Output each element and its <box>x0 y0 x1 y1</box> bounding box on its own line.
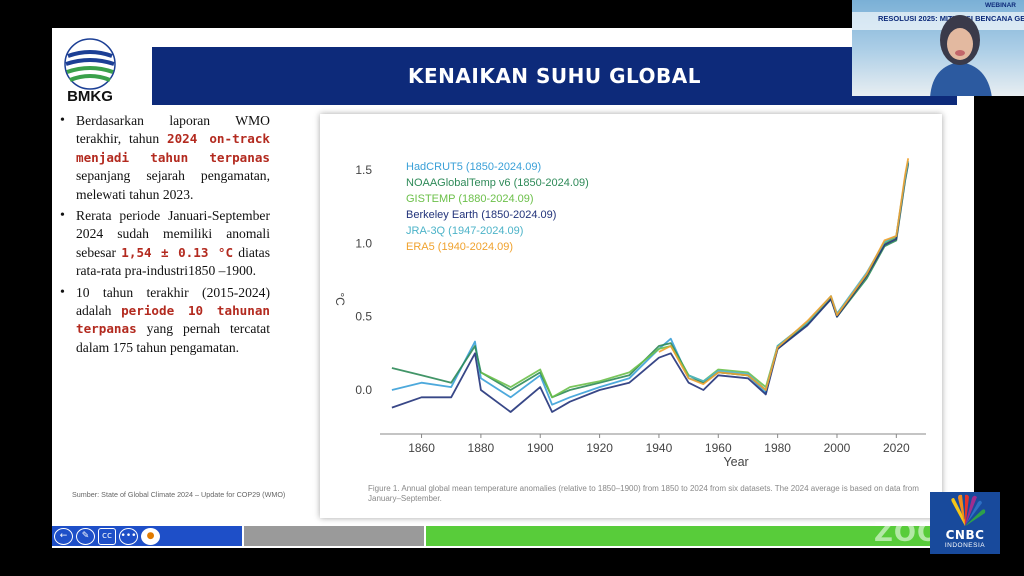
bullet-text: sepanjang sejarah pengamatan, melewati t… <box>76 168 270 202</box>
x-tick-label: 1980 <box>764 441 791 455</box>
series-line-2 <box>480 162 910 399</box>
x-tick-label: 1900 <box>527 441 554 455</box>
source-note: Sumber: State of Global Climate 2024 – U… <box>72 490 286 499</box>
stop-share-icon[interactable]: ● <box>141 527 160 545</box>
zoom-bar-segment <box>244 526 424 546</box>
chart-panel: 1860 1880 1900 1920 1940 1960 1980 2000 2020 0.0 0… <box>320 114 942 518</box>
presentation-slide: BMKG KENAIKAN SUHU GLOBAL Berdasarkan la… <box>52 28 974 548</box>
back-arrow-icon[interactable]: ← <box>54 527 73 545</box>
legend-entry: JRA-3Q (1947-2024.09) <box>406 225 523 237</box>
y-axis-label: °C <box>333 292 347 306</box>
cnbc-logo: CNBC INDONESIA <box>930 492 1000 554</box>
presenter-silhouette <box>930 15 992 96</box>
x-tick-label: 1860 <box>408 441 435 455</box>
y-tick-label: 1.0 <box>355 236 372 250</box>
x-axis-label: Year <box>723 455 748 469</box>
y-tick-label: 0.5 <box>355 310 372 324</box>
bullet-item: Berdasarkan laporan WMO terakhir, tahun … <box>52 112 270 204</box>
peacock-icon <box>951 494 986 526</box>
cnbc-wordmark: CNBC <box>945 528 985 542</box>
bmkg-logo-text: BMKG <box>67 88 113 105</box>
x-tick-label: 1940 <box>646 441 673 455</box>
legend-entry: Berkeley Earth (1850-2024.09) <box>406 209 556 221</box>
closed-caption-icon[interactable]: cc <box>98 527 116 545</box>
y-tick-label: 1.5 <box>355 163 372 177</box>
presenter-webcam[interactable]: WEBINAR RESOLUSI 2025: MITIGASI BENCANA … <box>852 0 1024 96</box>
legend-entry: GISTEMP (1880-2024.09) <box>406 193 534 205</box>
bullet-list: Berdasarkan laporan WMO terakhir, tahun … <box>52 112 270 360</box>
pen-icon[interactable]: ✎ <box>76 527 95 545</box>
legend-entry: ERA5 (1940-2024.09) <box>406 241 513 253</box>
x-tick-label: 1960 <box>705 441 732 455</box>
series-line-4 <box>688 161 910 391</box>
x-tick-label: 1880 <box>468 441 495 455</box>
slide-title: KENAIKAN SUHU GLOBAL <box>152 47 957 105</box>
temperature-chart: 1860 1880 1900 1920 1940 1960 1980 2000 2020 0.0 0… <box>333 158 926 469</box>
bullet-item: Rerata periode Januari-September 2024 su… <box>52 207 270 281</box>
legend-entry: HadCRUT5 (1850-2024.09) <box>406 161 541 173</box>
more-icon[interactable]: ••• <box>119 527 138 545</box>
x-tick-label: 2000 <box>824 441 851 455</box>
highlight-text: 1,54 ± 0.13 °C <box>121 244 234 260</box>
series-line-5 <box>658 158 910 391</box>
legend-entry: NOAAGlobalTemp v6 (1850-2024.09) <box>406 177 589 189</box>
x-tick-label: 1920 <box>586 441 613 455</box>
zoom-bottom-bar: ← ✎ cc ••• ● <box>52 526 974 546</box>
chart-caption: Figure 1. Annual global mean temperature… <box>368 484 919 503</box>
zoom-toolbar: ← ✎ cc ••• ● <box>52 526 242 546</box>
bullet-item: 10 tahun terakhir (2015-2024) adalah per… <box>52 284 270 358</box>
cnbc-sub: INDONESIA <box>944 542 986 549</box>
y-tick-label: 0.0 <box>355 383 372 397</box>
x-tick-label: 2020 <box>883 441 910 455</box>
